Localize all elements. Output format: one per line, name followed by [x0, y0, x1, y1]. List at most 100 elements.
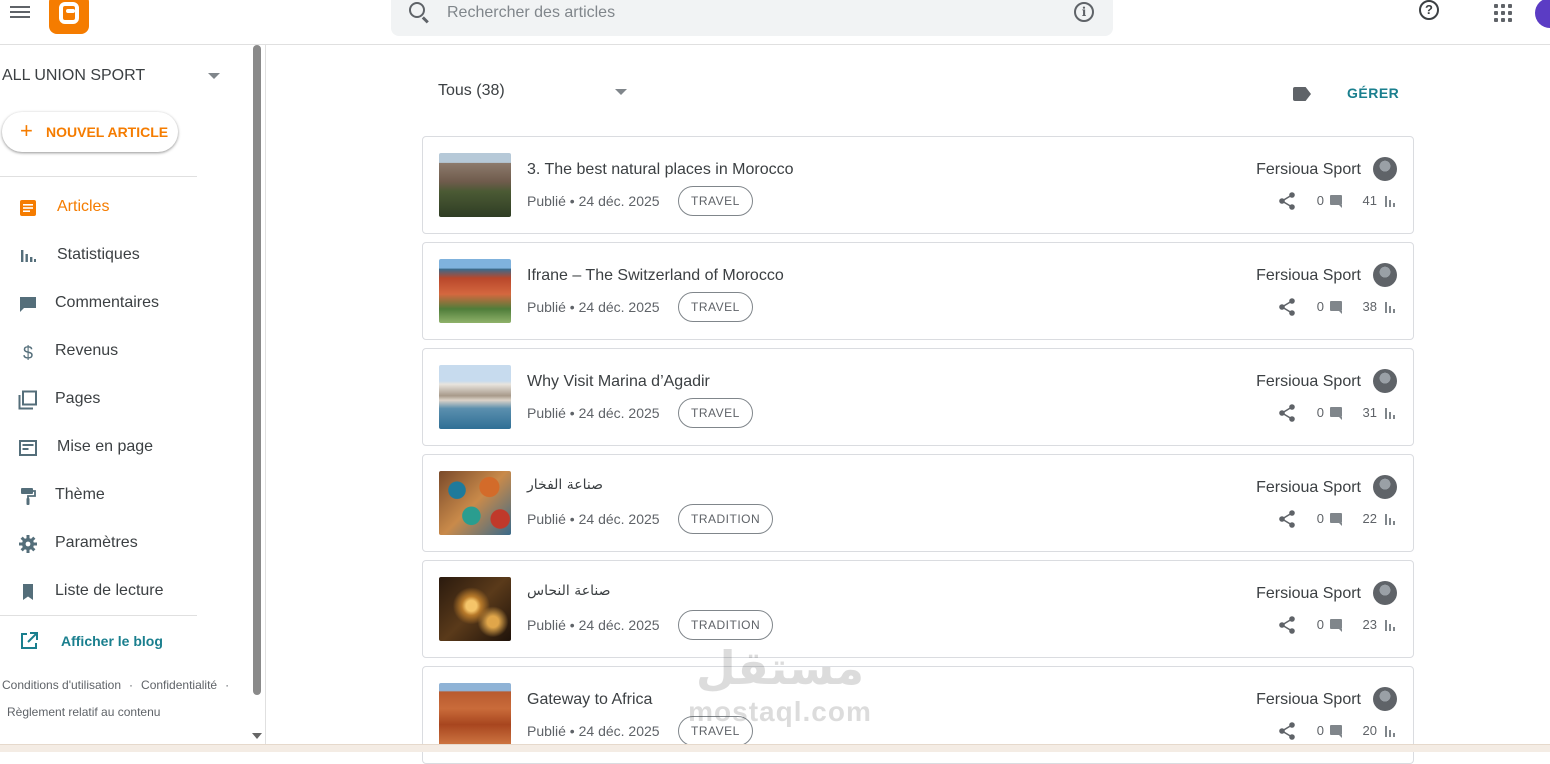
comment-count: 0: [1316, 723, 1324, 738]
share-icon[interactable]: [1277, 191, 1297, 211]
post-thumbnail: [439, 471, 511, 535]
info-icon[interactable]: i: [1074, 2, 1094, 22]
post-label-chip[interactable]: TRAVEL: [678, 398, 753, 428]
share-icon[interactable]: [1277, 721, 1297, 741]
post-label-chip[interactable]: TRADITION: [678, 610, 774, 640]
comment-count: 0: [1316, 193, 1324, 208]
post-title[interactable]: Why Visit Marina d’Agadir: [527, 373, 710, 391]
author-avatar: [1373, 687, 1397, 711]
post-label-chip[interactable]: TRADITION: [678, 504, 774, 534]
label-icon[interactable]: [1293, 87, 1311, 101]
apps-grid-icon[interactable]: [1494, 4, 1512, 22]
sidebar-item-label: Liste de lecture: [55, 582, 164, 599]
post-row[interactable]: صناعة النحاس Publié • 24 déc. 2025 TRADI…: [422, 560, 1414, 658]
post-title[interactable]: 3. The best natural places in Morocco: [527, 161, 794, 179]
sidebar-item-mise-en-page[interactable]: Mise en page: [0, 426, 250, 470]
author-avatar: [1373, 581, 1397, 605]
post-date: 24 déc. 2025: [578, 193, 660, 209]
post-title[interactable]: Gateway to Africa: [527, 691, 652, 709]
post-thumbnail: [439, 683, 511, 747]
post-label-chip[interactable]: TRAVEL: [678, 292, 753, 322]
post-status: Publié • 24 déc. 2025: [527, 405, 660, 421]
top-app-bar: i ?: [0, 0, 1550, 45]
view-count: 38: [1362, 299, 1377, 314]
post-status: Publié • 24 déc. 2025: [527, 511, 660, 527]
sidebar-item-label: Revenus: [55, 342, 119, 359]
blog-name: ALL UNION SPORT: [2, 67, 146, 84]
sidebar-item-pages[interactable]: Pages: [0, 378, 250, 422]
post-author: Fersioua Sport: [1256, 267, 1361, 284]
sidebar-item-revenus[interactable]: $ Revenus: [0, 330, 250, 374]
status-label: Publié •: [527, 405, 579, 421]
share-icon[interactable]: [1277, 403, 1297, 423]
view-count: 41: [1362, 193, 1377, 208]
post-row[interactable]: Ifrane – The Switzerland of Morocco Publ…: [422, 242, 1414, 340]
sidebar-item-statistiques[interactable]: Statistiques: [0, 234, 250, 278]
sidebar-item-label: Paramètres: [55, 534, 138, 551]
plus-icon: +: [20, 118, 33, 143]
search-input[interactable]: [447, 1, 1047, 25]
manage-button[interactable]: GÉRER: [1347, 85, 1399, 101]
watermark: مستقل mostaql.com: [680, 640, 880, 740]
separator: ·: [129, 678, 134, 692]
status-label: Publié •: [527, 511, 579, 527]
sidebar-item-parametres[interactable]: Paramètres: [0, 522, 250, 566]
post-status: Publié • 24 déc. 2025: [527, 617, 660, 633]
sidebar-item-articles[interactable]: Articles: [0, 186, 250, 230]
author-avatar: [1373, 263, 1397, 287]
status-label: Publié •: [527, 723, 579, 739]
post-thumbnail: [439, 577, 511, 641]
sidebar-item-liste-de-lecture[interactable]: Liste de lecture: [0, 570, 250, 614]
sidebar-scrollbar[interactable]: [253, 45, 261, 695]
account-avatar[interactable]: [1535, 0, 1550, 28]
post-row[interactable]: صناعة الفخار Publié • 24 déc. 2025 TRADI…: [422, 454, 1414, 552]
status-label: Publié •: [527, 299, 579, 315]
view-count: 23: [1362, 617, 1377, 632]
share-icon[interactable]: [1277, 615, 1297, 635]
search-icon[interactable]: [409, 2, 425, 18]
blog-selector[interactable]: ALL UNION SPORT: [2, 67, 227, 85]
terms-link[interactable]: Conditions d'utilisation: [2, 678, 121, 692]
scroll-down-arrow-icon[interactable]: [252, 733, 262, 739]
post-title[interactable]: صناعة النحاس: [527, 583, 610, 599]
post-author: Fersioua Sport: [1256, 373, 1361, 390]
sidebar-item-label: Commentaires: [55, 294, 160, 311]
stats-icon: [1385, 725, 1397, 737]
post-status: Publié • 24 déc. 2025: [527, 193, 660, 209]
divider: [0, 176, 197, 177]
gear-icon: [19, 535, 37, 553]
stats-icon: [21, 250, 36, 262]
share-icon[interactable]: [1277, 509, 1297, 529]
watermark-latin: mostaql.com: [688, 696, 872, 727]
new-post-button[interactable]: + NOUVEL ARTICLE: [2, 112, 178, 152]
sidebar-item-label: Pages: [55, 390, 101, 407]
post-label-chip[interactable]: TRAVEL: [678, 186, 753, 216]
comment-icon: [1330, 407, 1342, 420]
post-row[interactable]: Why Visit Marina d’Agadir Publié • 24 dé…: [422, 348, 1414, 446]
stats-icon: [1385, 195, 1397, 207]
blogger-logo[interactable]: [49, 0, 89, 34]
author-avatar: [1373, 369, 1397, 393]
post-author: Fersioua Sport: [1256, 161, 1361, 178]
sidebar-item-commentaires[interactable]: Commentaires: [0, 282, 250, 326]
view-blog-label: Afficher le blog: [61, 633, 163, 649]
stats-icon: [1385, 619, 1397, 631]
sidebar-item-label: Articles: [57, 198, 110, 215]
privacy-link[interactable]: Confidentialité: [141, 678, 217, 692]
content-policy-link[interactable]: Règlement relatif au contenu: [7, 705, 160, 719]
comment-icon: [1330, 301, 1342, 314]
menu-icon[interactable]: [10, 3, 32, 21]
stats-icon: [1385, 407, 1397, 419]
help-icon[interactable]: ?: [1419, 0, 1439, 20]
sidebar: ALL UNION SPORT + NOUVEL ARTICLE Article…: [0, 45, 266, 752]
post-row[interactable]: 3. The best natural places in Morocco Pu…: [422, 136, 1414, 234]
post-title[interactable]: صناعة الفخار: [527, 477, 603, 493]
post-title[interactable]: Ifrane – The Switzerland of Morocco: [527, 267, 784, 285]
sidebar-item-theme[interactable]: Thème: [0, 474, 250, 518]
footer-links: Conditions d'utilisation · Confidentialité…: [2, 672, 242, 726]
share-icon[interactable]: [1277, 297, 1297, 317]
comment-icon: [1330, 725, 1342, 738]
external-link-icon: [21, 632, 38, 649]
separator: ·: [225, 678, 230, 692]
view-blog-link[interactable]: Afficher le blog: [0, 621, 200, 661]
